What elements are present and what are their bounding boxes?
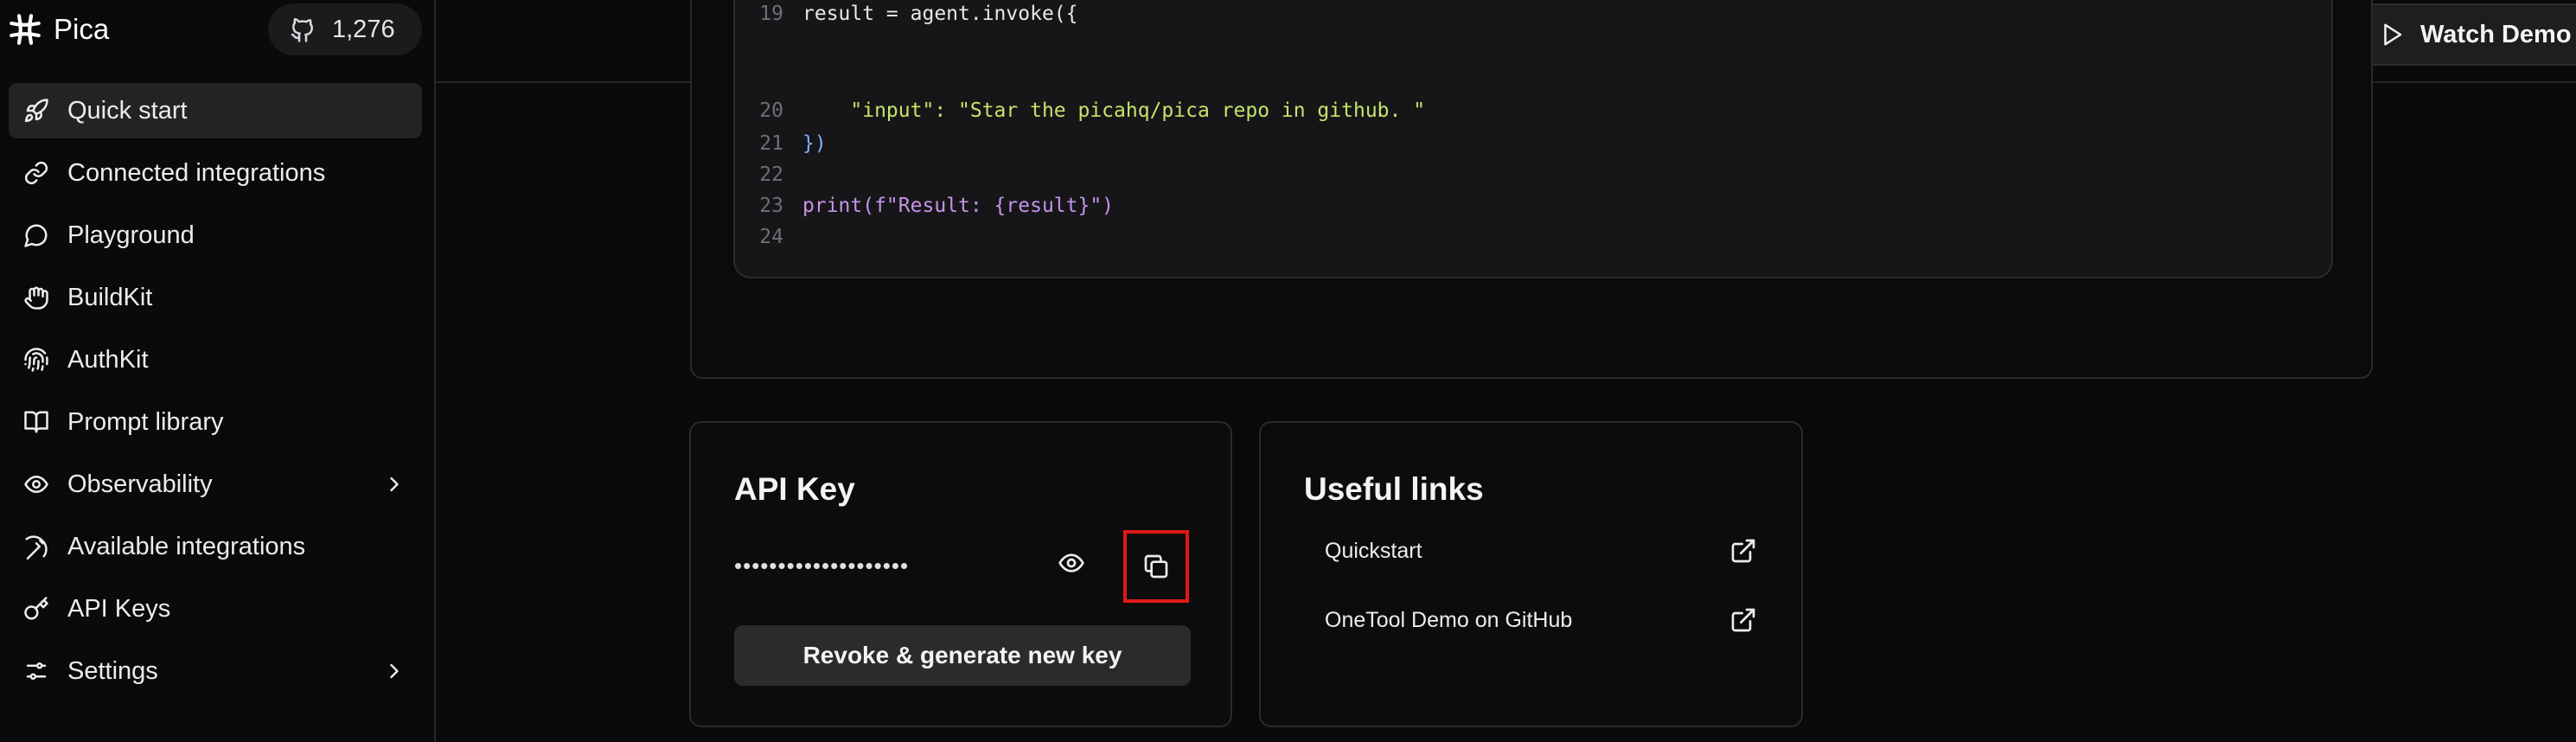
link-quickstart[interactable]: Quickstart — [1325, 532, 1757, 570]
code-line: 20 "input": "Star the picahq/pica repo i… — [759, 99, 1426, 122]
github-star-count: 1,276 — [332, 15, 395, 43]
sidebar-item-label: BuildKit — [67, 283, 153, 311]
sidebar-item-label: Observability — [67, 470, 213, 498]
useful-links-title: Useful links — [1304, 471, 1484, 507]
link-label: OneTool Demo on GitHub — [1325, 607, 1573, 632]
sidebar: Pica 1,276 Quick start Connected integra… — [0, 0, 436, 742]
api-key-masked-value: •••••••••••••••••••• — [734, 553, 910, 579]
play-icon — [2379, 22, 2405, 48]
sidebar-item-playground[interactable]: Playground — [9, 208, 422, 263]
code-line: 21}) — [759, 132, 827, 155]
chevron-right-icon[interactable] — [382, 472, 406, 496]
revoke-generate-key-button[interactable]: Revoke & generate new key — [734, 625, 1191, 686]
chat-bubble-icon — [21, 220, 52, 251]
sidebar-nav: Quick start Connected integrations Playg… — [9, 83, 422, 706]
github-stars-badge[interactable]: 1,276 — [268, 3, 422, 55]
sidebar-item-authkit[interactable]: AuthKit — [9, 332, 422, 387]
code-line: 24 — [759, 226, 783, 248]
pica-logo-icon — [7, 11, 43, 48]
eye-icon — [21, 469, 52, 500]
pickaxe-icon — [21, 531, 52, 562]
key-icon — [21, 593, 52, 624]
brand-name: Pica — [54, 13, 110, 45]
sidebar-item-connected-integrations[interactable]: Connected integrations — [9, 145, 422, 201]
sidebar-item-quick-start[interactable]: Quick start — [9, 83, 422, 138]
sidebar-item-prompt-library[interactable]: Prompt library — [9, 394, 422, 450]
code-example-card: 19 result = agent.invoke({ 20 "input": "S… — [690, 0, 2373, 379]
sidebar-item-label: API Keys — [67, 594, 171, 623]
api-key-title: API Key — [734, 471, 855, 507]
sidebar-item-label: Quick start — [67, 96, 188, 125]
github-icon — [289, 16, 316, 43]
code-block[interactable]: 19 result = agent.invoke({ 20 "input": "S… — [733, 0, 2333, 278]
link-onetool-demo-github[interactable]: OneTool Demo on GitHub — [1325, 601, 1757, 639]
code-line: 19 result = agent.invoke({ — [759, 3, 1078, 25]
watch-demo-label: Watch Demo — [2420, 20, 2572, 48]
sidebar-item-api-keys[interactable]: API Keys — [9, 581, 422, 636]
sidebar-item-label: Settings — [67, 656, 158, 685]
hand-icon — [21, 282, 52, 313]
rocket-icon — [21, 95, 52, 126]
brand[interactable]: Pica — [7, 10, 109, 48]
sidebar-item-label: Available integrations — [67, 532, 306, 560]
sidebar-item-observability[interactable]: Observability — [9, 457, 422, 512]
chevron-right-icon[interactable] — [382, 659, 406, 683]
watch-demo-button[interactable]: Watch Demo — [2353, 3, 2576, 66]
eye-icon — [1058, 549, 1085, 577]
sliders-icon — [21, 656, 52, 687]
copy-key-button[interactable] — [1123, 530, 1189, 603]
code-line: 23 print(f"Result: {result}") — [759, 195, 1115, 217]
sidebar-item-settings[interactable]: Settings — [9, 643, 422, 699]
fingerprint-icon — [21, 344, 52, 375]
code-line: 22 — [759, 163, 783, 186]
link-label: Quickstart — [1325, 538, 1422, 563]
useful-links-card: Useful links Quickstart OneTool Demo on … — [1259, 421, 1803, 727]
book-open-icon — [21, 406, 52, 438]
external-link-icon — [1729, 537, 1757, 565]
sidebar-item-buildkit[interactable]: BuildKit — [9, 270, 422, 325]
sidebar-item-label: Prompt library — [67, 407, 224, 436]
show-key-button[interactable] — [1052, 544, 1090, 582]
sidebar-item-label: Connected integrations — [67, 158, 326, 187]
sidebar-item-available-integrations[interactable]: Available integrations — [9, 519, 422, 574]
sidebar-item-label: AuthKit — [67, 345, 149, 374]
api-key-card: API Key •••••••••••••••••••• Revoke & ge… — [689, 421, 1232, 727]
external-link-icon — [1729, 606, 1757, 634]
link-icon — [21, 157, 52, 189]
copy-icon — [1142, 553, 1170, 580]
sidebar-item-label: Playground — [67, 221, 195, 249]
